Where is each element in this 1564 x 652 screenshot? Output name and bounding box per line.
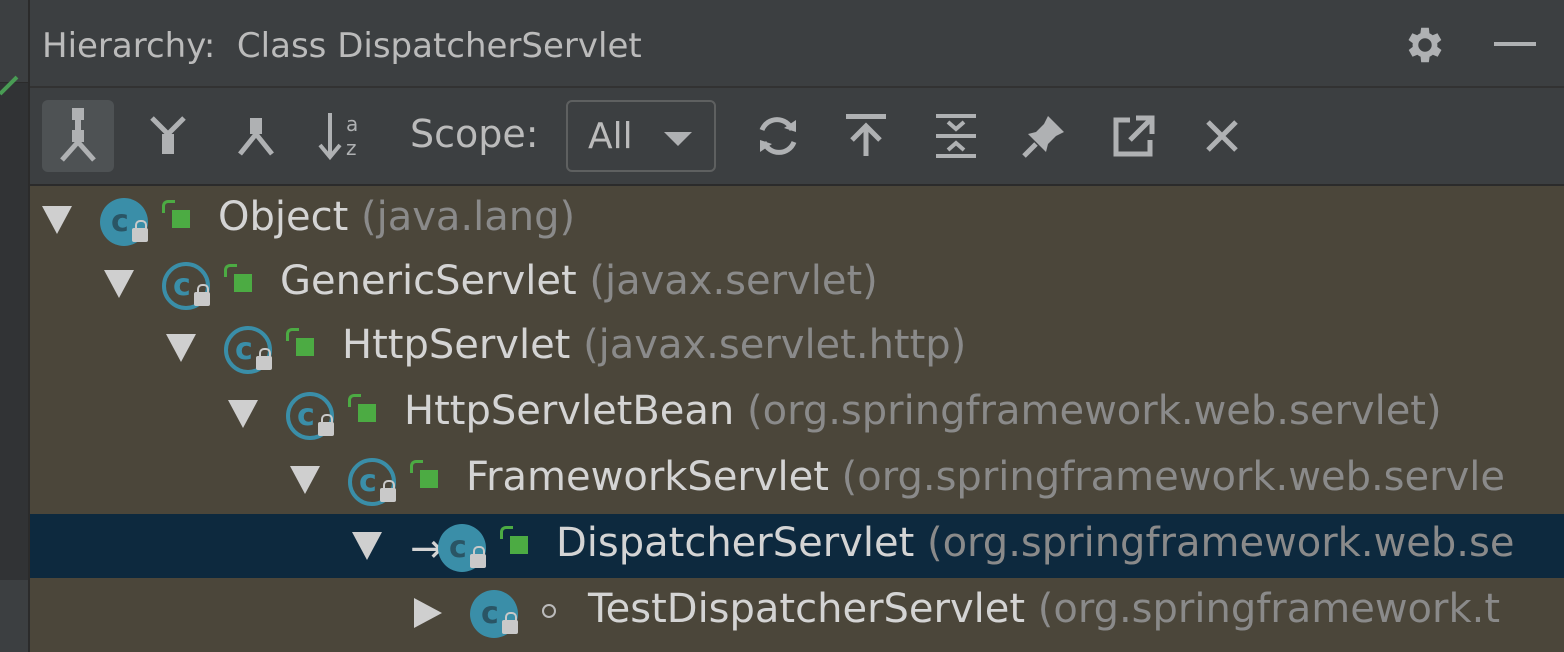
lock-icon [470, 546, 486, 568]
tree-row-package: (javax.servlet) [576, 258, 878, 304]
tree-row-package: (org.springframework.t [1025, 586, 1501, 632]
scope-label: Scope: [410, 112, 539, 156]
refresh-button[interactable] [742, 100, 814, 172]
lock-icon [256, 348, 272, 370]
gutter-top [0, 0, 28, 83]
pin-tab-button[interactable] [1008, 100, 1080, 172]
supertypes-icon [150, 116, 186, 154]
public-access-icon [348, 394, 376, 422]
scope-value: All [588, 116, 633, 157]
lock-icon [318, 414, 334, 436]
subtypes-hierarchy-button[interactable] [220, 100, 292, 172]
abstract-class-icon: c [286, 392, 334, 440]
chevron-down-icon [664, 132, 692, 146]
tree-row-package: (javax.servlet.http) [570, 322, 967, 368]
tree-row-name: HttpServlet [342, 322, 571, 368]
gear-icon[interactable] [1402, 22, 1448, 68]
tree-row-name: HttpServletBean [404, 388, 735, 434]
supertypes-hierarchy-button[interactable] [132, 100, 204, 172]
expand-toggle-icon[interactable] [166, 334, 196, 362]
public-access-icon [286, 328, 314, 356]
tree-row-name: FrameworkServlet [466, 454, 829, 500]
class-hierarchy-icon [60, 108, 96, 162]
scroll-to-source-button[interactable] [830, 100, 902, 172]
abstract-class-icon: c [224, 326, 272, 374]
tree-row-package: (org.springframework.web.se [914, 520, 1515, 566]
svg-text:a: a [346, 112, 358, 136]
lock-icon [380, 480, 396, 502]
scope-dropdown[interactable]: All [566, 100, 716, 172]
hierarchy-tool-window: Hierarchy: Class DispatcherServlet a z S… [28, 0, 1564, 652]
expand-toggle-icon[interactable] [42, 206, 72, 234]
tree-row-dispatcherservlet[interactable]: → c DispatcherServlet (org.springframewo… [30, 514, 1564, 578]
expand-toggle-icon[interactable] [228, 400, 258, 428]
expand-toggle-icon[interactable] [290, 466, 320, 494]
abstract-class-icon: c [162, 262, 210, 310]
tree-row-testdispatcherservlet[interactable]: c TestDispatcherServlet (org.springframe… [30, 580, 1564, 644]
tree-row-frameworkservlet[interactable]: c FrameworkServlet (org.springframework.… [30, 448, 1564, 512]
class-icon: c [438, 524, 486, 572]
editor-gutter [0, 0, 28, 652]
package-private-icon [542, 604, 556, 618]
close-icon [1206, 120, 1238, 152]
sort-alpha-icon: a z [318, 112, 358, 161]
expand-toggle-icon[interactable] [104, 270, 134, 298]
lock-icon [194, 284, 210, 306]
svg-text:z: z [346, 136, 357, 160]
tree-row-name: DispatcherServlet [556, 520, 915, 566]
class-icon: c [470, 590, 518, 638]
expand-all-icon [936, 114, 976, 158]
gutter-bottom [0, 580, 28, 652]
collapse-toggle-icon[interactable] [414, 598, 442, 628]
abstract-class-icon: c [348, 458, 396, 506]
subtypes-icon [238, 118, 274, 156]
export-up-icon [846, 114, 886, 156]
expand-all-button[interactable] [920, 100, 992, 172]
tree-row-name: Object [218, 194, 349, 240]
pin-icon [1022, 116, 1064, 158]
tree-row-object[interactable]: c Object (java.lang) [30, 188, 1564, 252]
minimize-icon[interactable] [1494, 42, 1536, 46]
refresh-icon [759, 117, 797, 155]
public-access-icon [410, 460, 438, 488]
tree-row-name: TestDispatcherServlet [588, 586, 1026, 632]
tree-row-package: (java.lang) [348, 194, 576, 240]
tree-row-httpservlet[interactable]: c HttpServlet (javax.servlet.http) [30, 316, 1564, 380]
tree-row-httpservletbean[interactable]: c HttpServletBean (org.springframework.w… [30, 382, 1564, 446]
tree-row-package: (org.springframework.web.servle [828, 454, 1505, 500]
lock-icon [502, 612, 518, 634]
tree-row-package: (org.springframework.web.servlet) [734, 388, 1442, 434]
expand-toggle-icon[interactable] [352, 532, 382, 560]
external-link-icon [1113, 115, 1155, 157]
tree-row-genericservlet[interactable]: c GenericServlet (javax.servlet) [30, 252, 1564, 316]
lock-icon [132, 220, 148, 242]
sort-alphabetically-button[interactable]: a z [308, 100, 380, 172]
type-hierarchy-button[interactable] [42, 100, 114, 172]
public-access-icon [162, 200, 190, 228]
hierarchy-toolbar: a z Scope: All [30, 88, 1564, 186]
open-in-editor-button[interactable] [1098, 100, 1170, 172]
hierarchy-tree: c Object (java.lang) c GenericServlet (j… [30, 186, 1564, 652]
close-button[interactable] [1186, 100, 1258, 172]
tool-window-title: Hierarchy: Class DispatcherServlet [42, 26, 642, 66]
tree-row-name: GenericServlet [280, 258, 577, 304]
public-access-icon [500, 526, 528, 554]
class-icon: c [100, 198, 148, 246]
tool-window-header: Hierarchy: Class DispatcherServlet [30, 0, 1564, 88]
public-access-icon [224, 264, 252, 292]
